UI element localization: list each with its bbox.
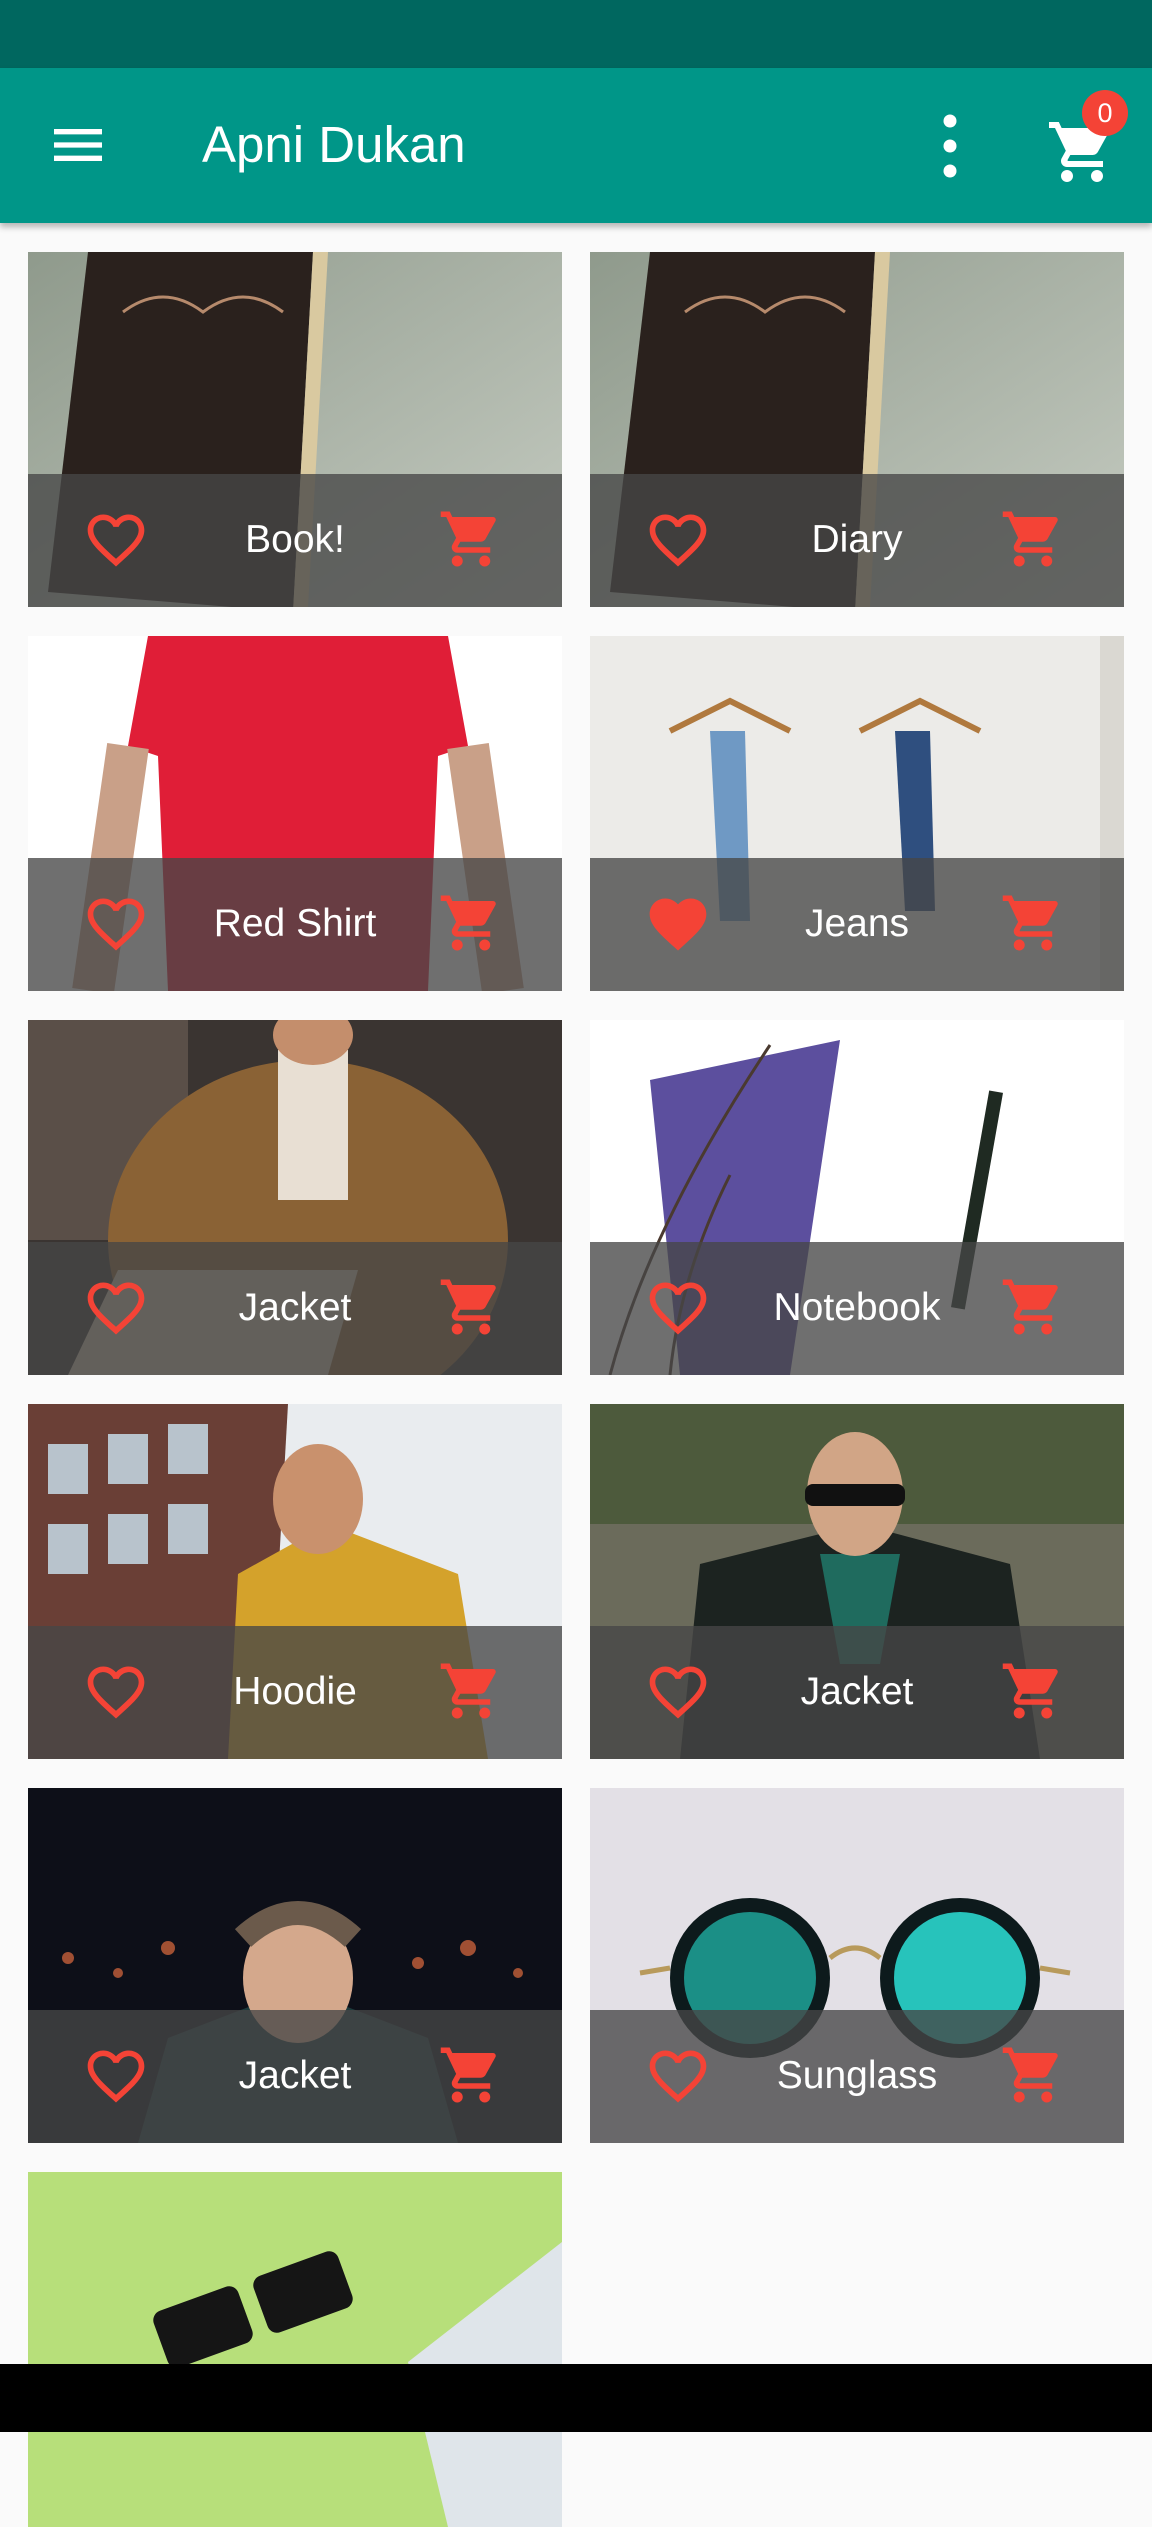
add-to-cart-button[interactable] — [438, 1274, 504, 1340]
product-name: Jacket — [238, 2054, 352, 2097]
add-to-cart-button[interactable] — [1000, 1274, 1066, 1340]
product-image — [28, 2172, 562, 2527]
status-bar — [0, 0, 1152, 68]
product-name: Diary — [811, 518, 903, 561]
more-options-button[interactable] — [920, 108, 980, 184]
product-card[interactable]: Jeans — [590, 636, 1124, 991]
product-card[interactable]: Jacket — [590, 1404, 1124, 1759]
product-card[interactable]: Book! — [28, 252, 562, 607]
cart-icon — [1002, 1663, 1058, 1719]
product-card[interactable]: Diary — [590, 252, 1124, 607]
app-bar: Apni Dukan 0 — [0, 68, 1152, 223]
product-name: Book! — [245, 518, 345, 561]
product-name: Jacket — [800, 1670, 914, 1713]
product-name: Sunglass — [776, 2054, 938, 2097]
system-navigation-bar — [0, 2364, 1152, 2432]
cart-icon — [1002, 895, 1058, 951]
product-card[interactable]: Jacket — [28, 1020, 562, 1375]
add-to-cart-button[interactable] — [1000, 1658, 1066, 1724]
product-name: Red Shirt — [213, 902, 377, 945]
cart-icon — [1002, 511, 1058, 567]
app-title: Apni Dukan — [202, 116, 466, 173]
cart-icon — [440, 895, 496, 951]
product-card[interactable] — [28, 2172, 562, 2527]
add-to-cart-button[interactable] — [1000, 890, 1066, 956]
hamburger-menu-icon — [54, 129, 102, 161]
add-to-cart-button[interactable] — [438, 890, 504, 956]
add-to-cart-button[interactable] — [438, 506, 504, 572]
menu-button[interactable] — [40, 113, 116, 177]
add-to-cart-button[interactable] — [1000, 506, 1066, 572]
cart-icon — [440, 1279, 496, 1335]
product-card[interactable]: Sunglass — [590, 1788, 1124, 2143]
cart-icon — [1002, 2047, 1058, 2103]
add-to-cart-button[interactable] — [438, 2042, 504, 2108]
product-name: Jeans — [804, 902, 910, 945]
add-to-cart-button[interactable] — [438, 1658, 504, 1724]
cart-count-badge: 0 — [1082, 90, 1128, 136]
cart-icon — [440, 511, 496, 567]
add-to-cart-button[interactable] — [1000, 2042, 1066, 2108]
product-name: Hoodie — [233, 1670, 357, 1713]
more-vert-icon — [943, 114, 957, 178]
cart-icon — [1002, 1279, 1058, 1335]
product-card[interactable]: Notebook — [590, 1020, 1124, 1375]
cart-icon — [440, 2047, 496, 2103]
product-name: Notebook — [773, 1286, 941, 1329]
cart-icon — [440, 1663, 496, 1719]
product-card[interactable]: Jacket — [28, 1788, 562, 2143]
product-name: Jacket — [238, 1286, 352, 1329]
product-card[interactable]: Red Shirt — [28, 636, 562, 991]
product-card[interactable]: Hoodie — [28, 1404, 562, 1759]
